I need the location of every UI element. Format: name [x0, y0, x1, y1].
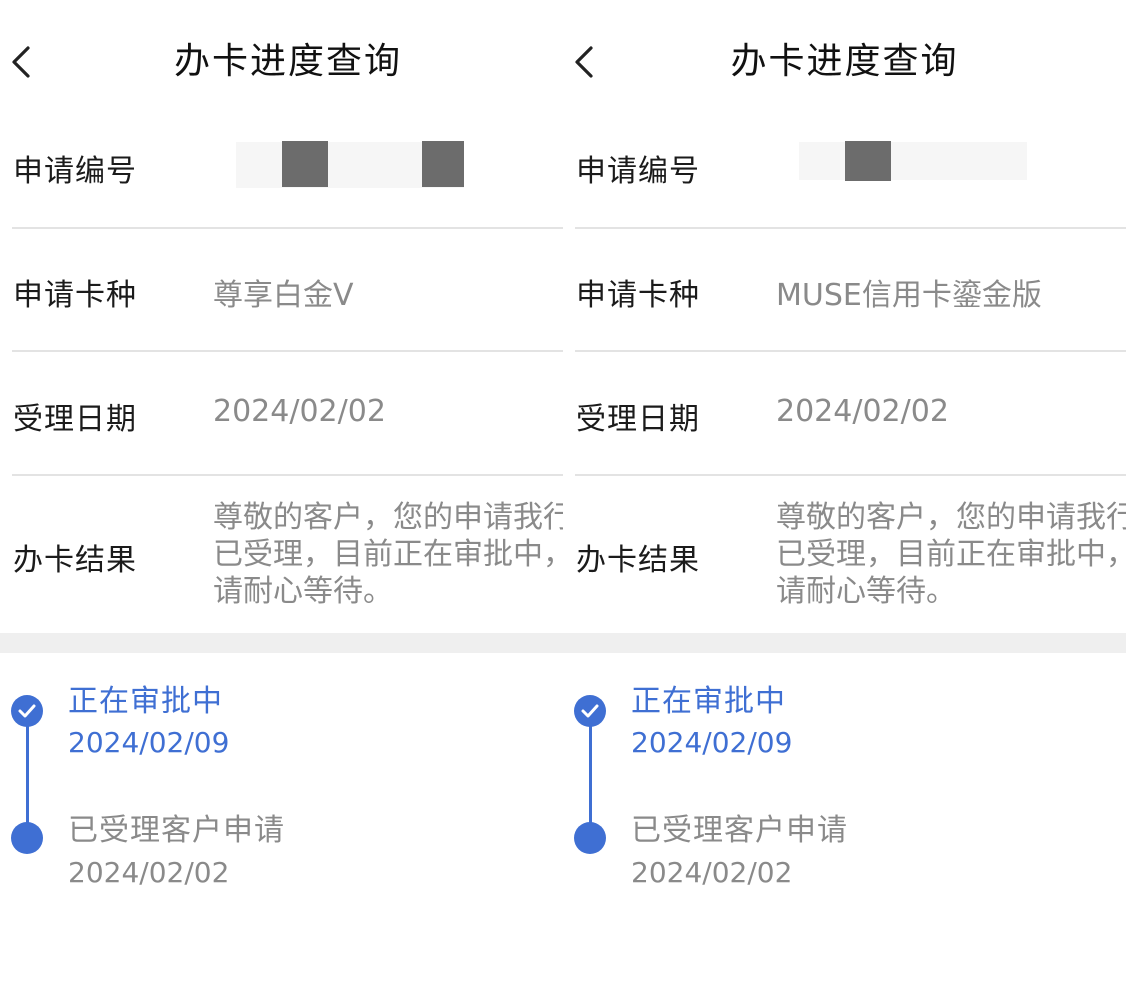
redaction-block	[282, 141, 328, 187]
right-panel: 办卡进度查询 申请编号 申请卡种 MUSE信用卡鎏金版 受理日期 2024/02…	[563, 0, 1126, 988]
application-number-redaction	[799, 142, 1027, 180]
timeline-step-date: 2024/02/02	[68, 856, 230, 889]
card-type-label: 申请卡种	[13, 278, 137, 313]
left-panel: 办卡进度查询 申请编号 申请卡种 尊享白金V 受理日期 2024/02/02 办…	[0, 0, 576, 988]
result-value: 尊敬的客户，您的申请我行 已受理，目前正在审批中， 请耐心等待。	[776, 500, 1126, 609]
redaction-block	[845, 141, 891, 181]
timeline-step-date: 2024/02/09	[631, 726, 793, 759]
timeline-connector	[589, 720, 592, 838]
timeline-step-date: 2024/02/09	[68, 726, 230, 759]
timeline-step-title: 正在审批中	[631, 684, 786, 719]
accept-date-value: 2024/02/02	[213, 394, 386, 429]
card-type-value: 尊享白金V	[213, 278, 354, 313]
check-circle-icon	[574, 695, 606, 727]
timeline-dot-icon	[574, 822, 606, 854]
section-separator	[0, 633, 576, 653]
page-title: 办卡进度查询	[173, 41, 402, 82]
accept-date-label: 受理日期	[576, 402, 700, 437]
check-circle-icon	[11, 695, 43, 727]
redaction-block	[422, 141, 464, 187]
accept-date-value: 2024/02/02	[776, 394, 949, 429]
timeline-connector	[26, 720, 29, 838]
result-label: 办卡结果	[13, 543, 137, 578]
divider	[575, 474, 1126, 476]
divider	[12, 350, 576, 352]
section-separator	[563, 633, 1126, 653]
divider	[575, 227, 1126, 229]
divider	[575, 350, 1126, 352]
result-value: 尊敬的客户，您的申请我行 已受理，目前正在审批中， 请耐心等待。	[213, 500, 573, 609]
timeline-step-date: 2024/02/02	[631, 856, 793, 889]
timeline-step-title: 正在审批中	[68, 684, 223, 719]
timeline-step-title: 已受理客户申请	[631, 813, 848, 848]
card-type-label: 申请卡种	[576, 278, 700, 313]
page-title: 办卡进度查询	[730, 41, 959, 82]
divider	[12, 474, 576, 476]
screenshot-composite: 办卡进度查询 申请编号 申请卡种 尊享白金V 受理日期 2024/02/02 办…	[0, 0, 1126, 988]
card-type-value: MUSE信用卡鎏金版	[776, 278, 1042, 313]
timeline-dot-icon	[11, 822, 43, 854]
result-label: 办卡结果	[576, 543, 700, 578]
timeline-step-title: 已受理客户申请	[68, 813, 285, 848]
divider	[12, 227, 576, 229]
accept-date-label: 受理日期	[13, 402, 137, 437]
application-number-label: 申请编号	[13, 154, 137, 189]
application-number-label: 申请编号	[576, 154, 700, 189]
